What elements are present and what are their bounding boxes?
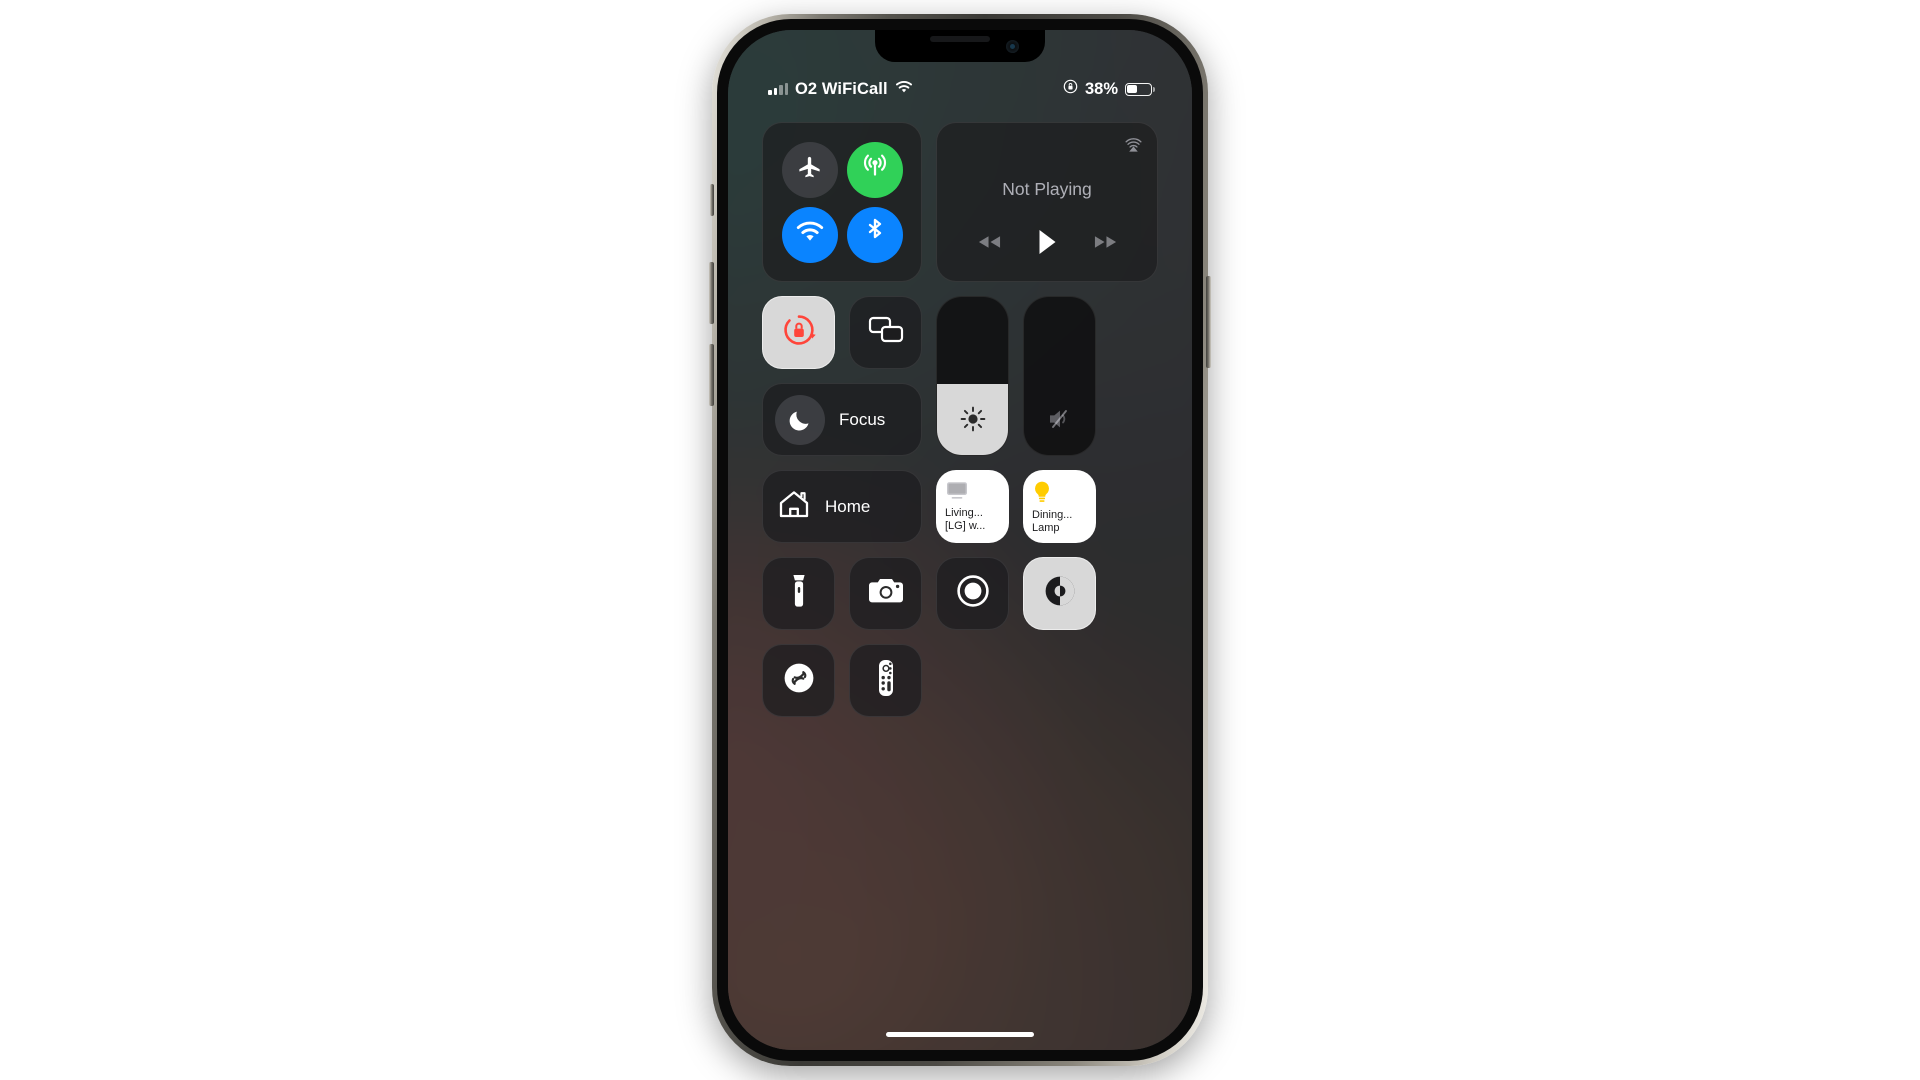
home-app-tile[interactable]: Home: [762, 470, 922, 543]
cc-row-home: Home Living... [LG] w... Dining... Lamp: [762, 470, 1158, 543]
rewind-icon[interactable]: [977, 234, 1002, 250]
focus-toggle[interactable]: Focus: [762, 383, 922, 456]
volume-up-button[interactable]: [709, 262, 714, 324]
now-playing-module[interactable]: Not Playing: [936, 122, 1158, 282]
mute-switch[interactable]: [710, 184, 714, 216]
media-transport-controls: [937, 229, 1157, 255]
brightness-icon: [959, 405, 987, 433]
apple-tv-remote-button[interactable]: [849, 644, 922, 717]
accessory-name-line1: Living...: [945, 507, 983, 519]
shazam-button[interactable]: [762, 644, 835, 717]
iphone-device-frame: O2 WiFiCall 38% Not Playing Focus Home L…: [709, 14, 1211, 1066]
home-indicator[interactable]: [886, 1031, 1034, 1037]
camera-button[interactable]: [849, 557, 922, 630]
bluetooth-icon: [865, 217, 885, 252]
battery-icon: [1125, 82, 1155, 96]
status-bar: O2 WiFiCall 38%: [728, 76, 1192, 102]
shazam-icon: [779, 658, 819, 703]
carrier-label: O2 WiFiCall: [795, 79, 888, 98]
accessory-tile-lamp[interactable]: Dining... Lamp: [1023, 470, 1096, 543]
flashlight-icon: [790, 572, 808, 615]
earpiece-speaker: [930, 36, 990, 42]
cc-row-utilities-1: [762, 557, 1158, 630]
connectivity-module[interactable]: [762, 122, 922, 282]
accessory-name-line2: [LG] w...: [945, 520, 986, 532]
flashlight-button[interactable]: [762, 557, 835, 630]
control-center: Not Playing Focus Home Living... [LG] w.…: [728, 122, 1192, 717]
cc-row-top: Not Playing: [762, 122, 1158, 282]
toggle-pair-row: [762, 296, 922, 369]
rotation-lock-icon: [1063, 79, 1078, 99]
slider-group: [936, 296, 1096, 456]
battery-percent-label: 38%: [1084, 79, 1118, 98]
rotation-lock-toggle[interactable]: [762, 296, 835, 369]
dark-mode-icon: [1041, 572, 1079, 615]
airplane-mode-toggle[interactable]: [781, 141, 838, 198]
home-label: Home: [825, 496, 871, 516]
volume-mute-icon: [1045, 405, 1075, 433]
airplane-icon: [796, 154, 823, 186]
screen-mirroring-toggle[interactable]: [849, 296, 922, 369]
cellular-antenna-icon: [860, 152, 890, 187]
dark-mode-button[interactable]: [1023, 557, 1096, 630]
front-camera: [1006, 40, 1019, 53]
accessory-tile-tv[interactable]: Living... [LG] w...: [936, 470, 1009, 543]
screenshot-stage: O2 WiFiCall 38% Not Playing Focus Home L…: [0, 0, 1920, 1080]
remote-icon: [876, 658, 896, 703]
volume-slider[interactable]: [1023, 296, 1096, 456]
lightbulb-icon: [1032, 480, 1087, 509]
tv-icon: [945, 480, 1000, 505]
cc-left-column: Focus: [762, 296, 922, 456]
wifi-toggle[interactable]: [781, 206, 838, 263]
phone-screen: O2 WiFiCall 38% Not Playing Focus Home L…: [728, 30, 1192, 1050]
accessory-name-line2: Lamp: [1032, 522, 1060, 534]
wifi-icon: [795, 220, 825, 249]
now-playing-title: Not Playing: [1002, 178, 1092, 199]
notch: [875, 30, 1045, 62]
moon-icon: [775, 394, 825, 445]
cc-row-utilities-2: [762, 644, 1158, 717]
side-power-button[interactable]: [1206, 276, 1211, 368]
screen-recording-button[interactable]: [936, 557, 1009, 630]
focus-label: Focus: [839, 409, 886, 429]
airplay-icon[interactable]: [1124, 135, 1143, 159]
play-icon[interactable]: [1037, 229, 1058, 255]
screen-mirroring-icon: [867, 315, 905, 350]
cellular-data-toggle[interactable]: [846, 141, 903, 198]
rotation-lock-icon: [780, 311, 818, 354]
wifi-icon: [895, 80, 913, 99]
cc-row-middle: Focus: [762, 296, 1158, 456]
cellular-bars-icon: [768, 83, 788, 95]
camera-icon: [867, 576, 905, 611]
fast-forward-icon[interactable]: [1093, 234, 1118, 250]
device-bezel: O2 WiFiCall 38% Not Playing Focus Home L…: [717, 19, 1203, 1061]
bluetooth-toggle[interactable]: [846, 206, 903, 263]
brightness-slider[interactable]: [936, 296, 1009, 456]
house-icon: [777, 488, 811, 525]
accessory-name-line1: Dining...: [1032, 509, 1073, 521]
screen-record-icon: [954, 572, 992, 615]
volume-down-button[interactable]: [709, 344, 714, 406]
